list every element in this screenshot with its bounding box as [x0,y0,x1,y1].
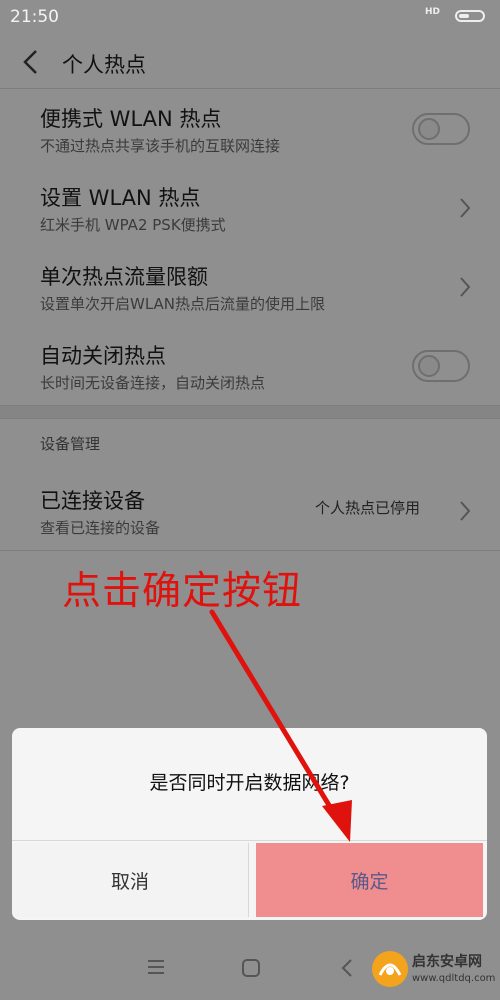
chevron-right-icon [460,277,471,297]
back-arrow-icon[interactable] [18,46,46,78]
row-subtitle: 查看已连接的设备 [40,519,161,537]
home-icon[interactable] [241,958,261,978]
row-subtitle: 不通过热点共享该手机的互联网连接 [40,137,281,155]
connected-devices-row[interactable]: 已连接设备 查看已连接的设备 个人热点已停用 [0,471,500,550]
data-limit-row[interactable]: 单次热点流量限额 设置单次开启WLAN热点后流量的使用上限 [0,247,500,326]
row-title: 单次热点流量限额 [40,265,208,289]
hotspot-status-value: 个人热点已停用 [315,499,421,517]
row-subtitle: 红米手机 WPA2 PSK便携式 [40,216,226,234]
section-title: 设备管理 [40,435,101,453]
auto-off-row[interactable]: 自动关闭热点 长时间无设备连接，自动关闭热点 [0,326,500,405]
status-time: 21:50 [10,7,59,27]
row-subtitle: 设置单次开启WLAN热点后流量的使用上限 [40,295,326,313]
toggle-knob [418,118,440,140]
confirm-button[interactable]: 确定 [256,843,483,917]
section-divider [0,405,500,419]
chevron-right-icon [460,501,471,521]
annotation-text: 点击确定按钮 [62,569,303,614]
hotspot-toggle[interactable] [412,113,470,145]
row-title: 设置 WLAN 热点 [40,186,201,210]
back-nav-icon[interactable] [340,958,354,978]
watermark-name: 启东安卓网 [412,954,482,970]
chevron-right-icon [460,198,471,218]
page-title: 个人热点 [62,53,146,77]
section-header: 设备管理 [0,419,500,471]
auto-off-toggle[interactable] [412,350,470,382]
row-title: 自动关闭热点 [40,344,166,368]
settings-list: 便携式 WLAN 热点 不通过热点共享该手机的互联网连接 设置 WLAN 热点 … [0,89,500,551]
toggle-knob [418,355,440,377]
dialog-buttons: 取消 确定 [12,840,487,920]
battery-icon [455,10,485,22]
cancel-button[interactable]: 取消 [12,843,249,917]
portable-hotspot-row[interactable]: 便携式 WLAN 热点 不通过热点共享该手机的互联网连接 [0,89,500,168]
watermark-logo-icon [372,951,408,987]
row-subtitle: 长时间无设备连接，自动关闭热点 [40,374,266,392]
status-bar: 21:50 HD [0,0,500,36]
watermark-url: www.qdltdq.com [412,973,496,984]
list-divider [0,550,500,551]
menu-icon[interactable] [146,958,166,976]
network-indicator: HD [425,7,441,17]
row-title: 已连接设备 [40,489,145,513]
watermark: 启东安卓网 www.qdltdq.com [368,945,498,1000]
app-header: 个人热点 [0,36,500,89]
confirm-dialog: 是否同时开启数据网络? 取消 确定 [12,728,487,920]
dialog-message: 是否同时开启数据网络? [149,772,350,794]
setup-hotspot-row[interactable]: 设置 WLAN 热点 红米手机 WPA2 PSK便携式 [0,168,500,247]
row-title: 便携式 WLAN 热点 [40,107,222,131]
